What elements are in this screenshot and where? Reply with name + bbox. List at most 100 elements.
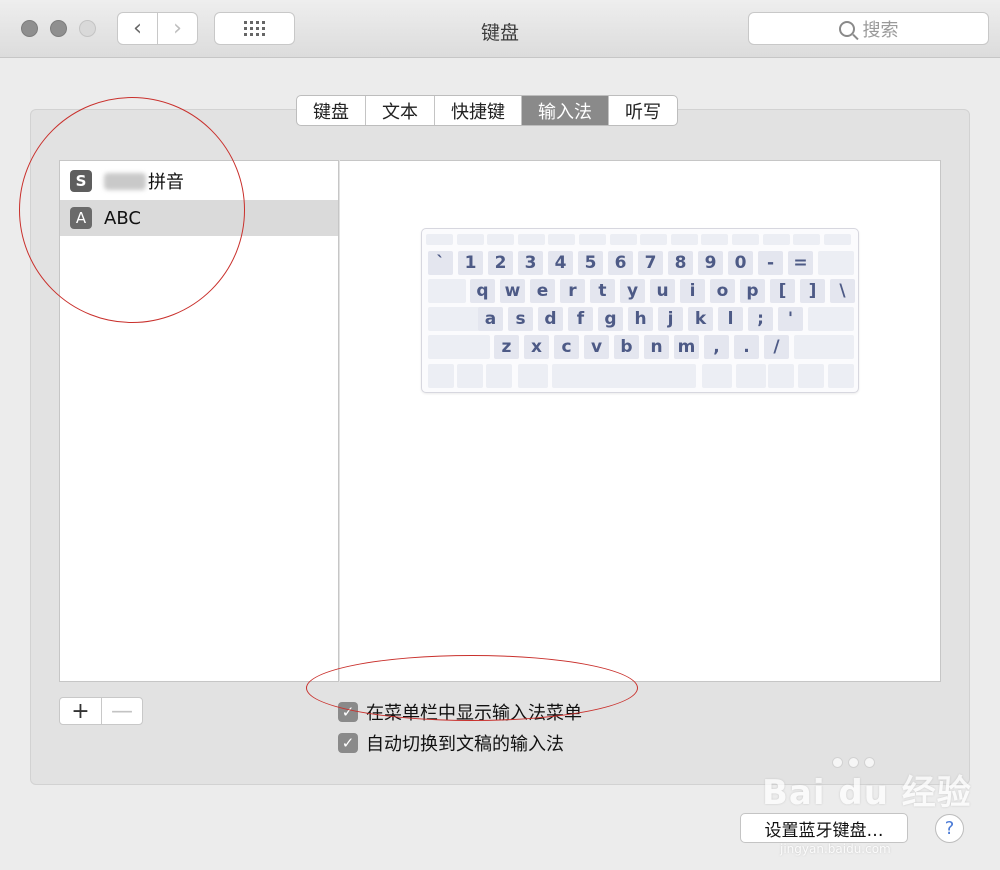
checkbox-label: 自动切换到文稿的输入法 [366,734,564,755]
keyboard-key: 1 [458,251,483,275]
keyboard-key: . [734,335,759,359]
help-button[interactable]: ? [935,814,964,843]
keyboard-key: n [644,335,669,359]
keyboard-key: c [554,335,579,359]
blurred-text [104,172,146,190]
keyboard-key: = [788,251,813,275]
keyboard-key: k [688,307,713,331]
keyboard-key: \ [830,279,855,303]
keyboard-key-blank [794,335,854,359]
list-item-label: ABC [104,207,141,229]
keyboard-key: v [584,335,609,359]
keyboard-key-blank [518,364,548,388]
keyboard-key: s [508,307,533,331]
keyboard-key: , [704,335,729,359]
keyboard-key: r [560,279,585,303]
keyboard-key: f [568,307,593,331]
keyboard-key: j [658,307,683,331]
tab-dictation[interactable]: 听写 [609,96,677,125]
watermark-url: jingyan.baidu.com [780,842,891,856]
auto-switch-checkbox[interactable]: ✓ 自动切换到文稿的输入法 [338,730,564,756]
keyboard-key: i [680,279,705,303]
keyboard-key-blank [670,234,698,245]
keyboard-key-blank [457,364,483,388]
keyboard-key-blank [732,234,759,245]
keyboard-key: ` [428,251,453,275]
keyboard-key-blank [487,234,515,245]
keyboard-key-blank [426,234,453,245]
search-icon [838,20,855,37]
tab-bar: 键盘 文本 快捷键 输入法 听写 [296,95,678,126]
show-input-menu-checkbox[interactable]: ✓ 在菜单栏中显示输入法菜单 [338,699,582,725]
keyboard-key: t [590,279,615,303]
list-item[interactable]: A ABC [60,200,338,236]
keyboard-key: l [718,307,743,331]
keyboard-key: 0 [728,251,753,275]
keyboard-key: p [740,279,765,303]
keyboard-key-blank [609,234,637,245]
sogou-icon: S [70,170,92,192]
keyboard-key: 3 [518,251,543,275]
list-item-label: 拼音 [148,172,184,193]
tab-keyboard[interactable]: 键盘 [297,96,366,125]
keyboard-key: 7 [638,251,663,275]
keyboard-key-blank [456,234,484,245]
keyboard-key: q [470,279,495,303]
set-up-bluetooth-keyboard-button[interactable]: 设置蓝牙键盘… [740,813,908,843]
abc-icon: A [70,207,92,229]
keyboard-key: 5 [578,251,603,275]
keyboard-key: ' [778,307,803,331]
keyboard-key: m [674,335,699,359]
keyboard-layout-preview: ` 1 2 3 4 5 6 7 8 9 0- = q w e r t y u i o p[] \ a s d f g h j k l; ' z x c… [421,228,859,393]
input-source-list[interactable]: S 拼音 A ABC [59,160,339,682]
keyboard-key: a [478,307,503,331]
keyboard-key-blank [768,364,794,388]
keyboard-key: u [650,279,675,303]
search-field[interactable]: 搜索 [748,12,989,45]
keyboard-key-blank [701,234,729,245]
keyboard-key: / [764,335,789,359]
keyboard-key: y [620,279,645,303]
checkbox-label: 在菜单栏中显示输入法菜单 [366,703,582,724]
checkmark-icon: ✓ [338,733,358,753]
keyboard-key-blank [517,234,545,245]
keyboard-key: z [494,335,519,359]
keyboard-key-blank [548,234,576,245]
keyboard-key-blank [428,279,466,303]
keyboard-key-blank [552,364,696,388]
tab-shortcuts[interactable]: 快捷键 [435,96,522,125]
keyboard-key-blank [702,364,732,388]
keyboard-key-blank [793,234,821,245]
list-item[interactable]: S 拼音 [60,163,338,199]
keyboard-key-blank [736,364,766,388]
keyboard-key-blank [579,234,606,245]
keyboard-key: 8 [668,251,693,275]
keyboard-key: e [530,279,555,303]
keyboard-key: ; [748,307,773,331]
keyboard-key-blank [818,251,854,275]
keyboard-key-blank [798,364,824,388]
keyboard-key: 6 [608,251,633,275]
search-placeholder: 搜索 [862,19,899,41]
title-bar: ‹ › 键盘 搜索 [0,0,1000,58]
keyboard-key: [ [770,279,795,303]
keyboard-key-blank [428,335,490,359]
keyboard-key-blank [762,234,790,245]
watermark: Bai du 经验 [762,773,972,813]
keyboard-key: o [710,279,735,303]
keyboard-key-blank [486,364,512,388]
keyboard-key: d [538,307,563,331]
keyboard-key: 9 [698,251,723,275]
keyboard-key: w [500,279,525,303]
tab-text[interactable]: 文本 [366,96,435,125]
keyboard-key: - [758,251,783,275]
keyboard-key: 2 [488,251,513,275]
keyboard-key-blank [640,234,668,245]
add-input-source-button[interactable]: + [60,698,101,724]
remove-input-source-button[interactable]: — [101,698,142,724]
tab-input-sources[interactable]: 输入法 [522,96,609,125]
keyboard-key: ] [800,279,825,303]
checkmark-icon: ✓ [338,702,358,722]
keyboard-key-blank [828,364,854,388]
keyboard-key-blank [428,307,480,331]
